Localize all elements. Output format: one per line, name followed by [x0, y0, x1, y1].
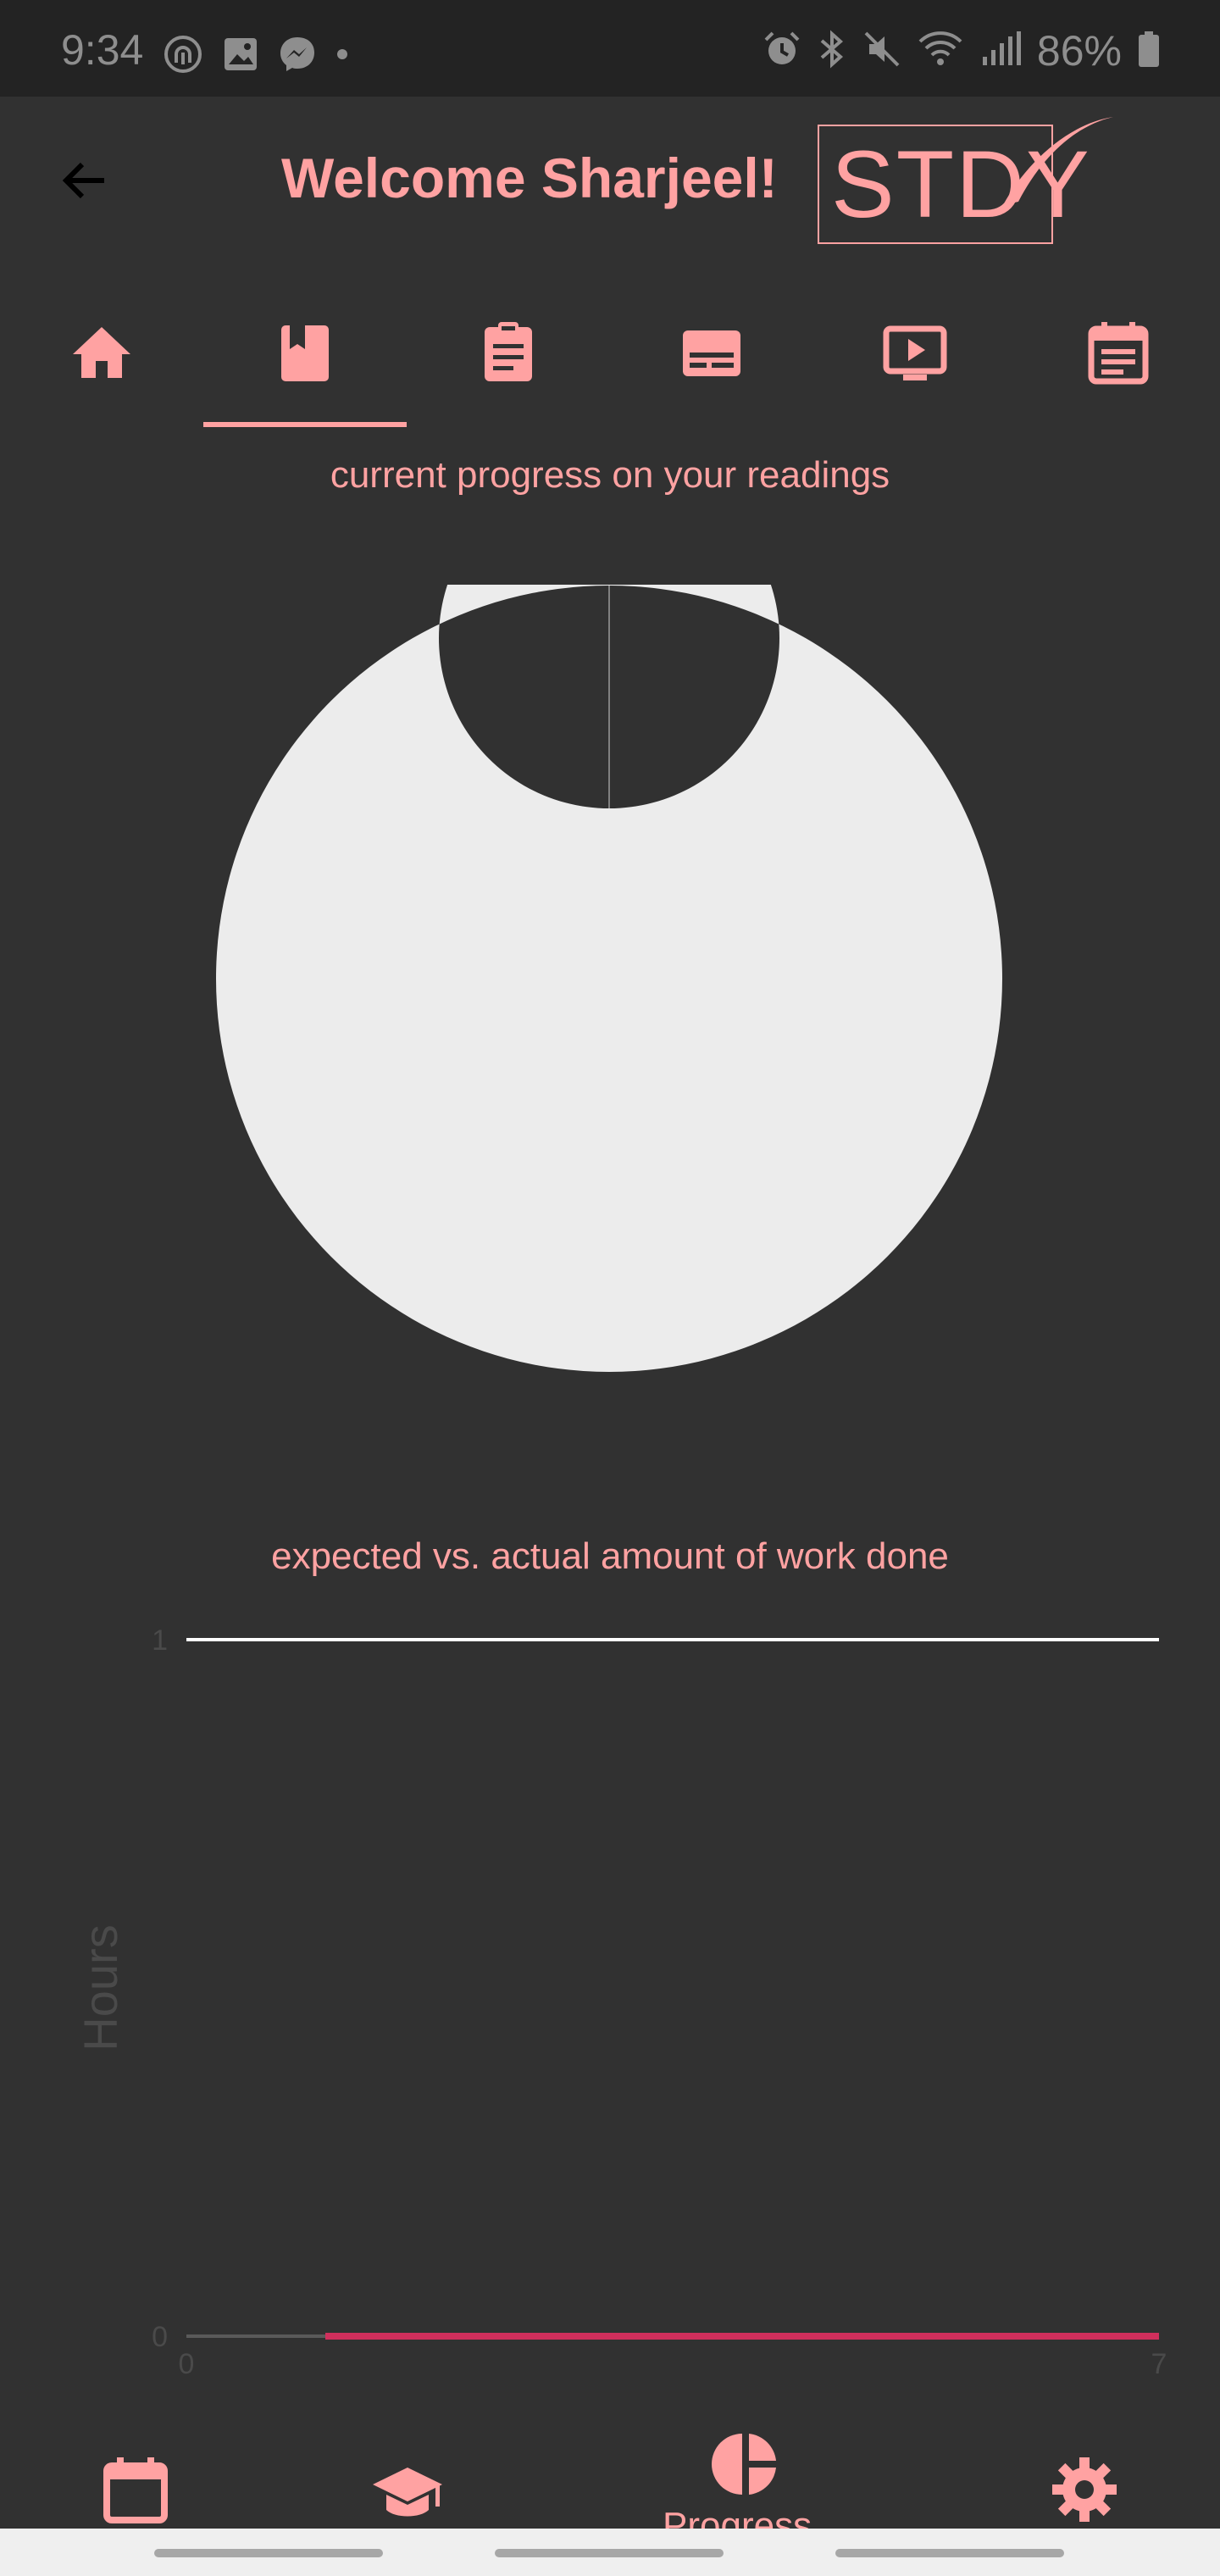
tab-lectures[interactable]: [610, 300, 813, 427]
system-gesture-bar: [0, 2529, 1220, 2576]
image-icon: [222, 36, 259, 77]
nav-calendar[interactable]: [100, 2454, 171, 2529]
status-notification-icons: [163, 31, 349, 81]
status-time: 9:34: [61, 26, 144, 74]
tab-bar: [0, 300, 1220, 427]
nav-settings[interactable]: [1049, 2454, 1120, 2529]
nav-courses[interactable]: [369, 2461, 446, 2533]
x-tick-label: 0: [179, 2348, 195, 2380]
settings-icon: [1049, 2457, 1120, 2529]
tab-readings[interactable]: [203, 300, 407, 427]
book-icon: [271, 319, 339, 391]
tab-home[interactable]: [0, 300, 203, 427]
back-button[interactable]: [49, 147, 119, 217]
gesture-pill-right[interactable]: [835, 2549, 1064, 2557]
work-chart-title: expected vs. actual amount of work done: [271, 1535, 949, 1577]
app-header: Welcome Sharjeel! STDY: [0, 97, 1220, 266]
messenger-icon: [278, 35, 317, 78]
line-chart-svg: 0 1 0 7 Hours: [74, 1624, 1167, 2380]
gesture-pill-left[interactable]: [154, 2549, 383, 2557]
mute-icon: [862, 30, 901, 73]
tab-videos[interactable]: [813, 300, 1017, 427]
signal-icon: [979, 30, 1022, 73]
tab-assignments[interactable]: [407, 300, 610, 427]
calendar-icon: [100, 2457, 171, 2529]
pie-chart-icon: [712, 2434, 779, 2501]
tab-schedule[interactable]: [1017, 300, 1220, 427]
y-tick-label: 0: [152, 2321, 168, 2353]
battery-level: 86%: [1036, 27, 1122, 75]
readings-chart-title: current progress on your readings: [330, 454, 890, 496]
dot-icon: [336, 47, 349, 65]
home-icon: [68, 319, 136, 391]
status-system-icons: 86%: [762, 25, 1161, 76]
nav-progress[interactable]: [712, 2430, 779, 2502]
alarm-icon: [762, 30, 801, 73]
y-axis-label: Hours: [74, 1924, 127, 2051]
subtitles-icon: [678, 319, 746, 391]
battery-icon: [1137, 30, 1161, 73]
bluetooth-icon: [817, 30, 847, 73]
y-tick-label: 1: [152, 1624, 168, 1657]
donut-svg: [215, 468, 1002, 1372]
video-icon: [881, 319, 949, 391]
work-line-chart: 0 1 0 7 Hours: [0, 1610, 1220, 2415]
clipboard-icon: [474, 319, 542, 391]
tab-selected-indicator: [203, 422, 407, 427]
status-bar: 9:34 86%: [0, 0, 1220, 97]
wifi-icon: [917, 30, 964, 73]
welcome-title: Welcome Sharjeel!: [281, 147, 778, 209]
gesture-pill-center[interactable]: [495, 2549, 724, 2557]
arrow-left-icon: [58, 155, 109, 210]
logo-swoosh-icon: [1003, 117, 1113, 205]
x-tick-label: 7: [1151, 2348, 1167, 2380]
fingerprint-icon: [163, 34, 203, 79]
calendar-text-icon: [1084, 319, 1152, 391]
readings-donut-chart: [215, 468, 1003, 1373]
